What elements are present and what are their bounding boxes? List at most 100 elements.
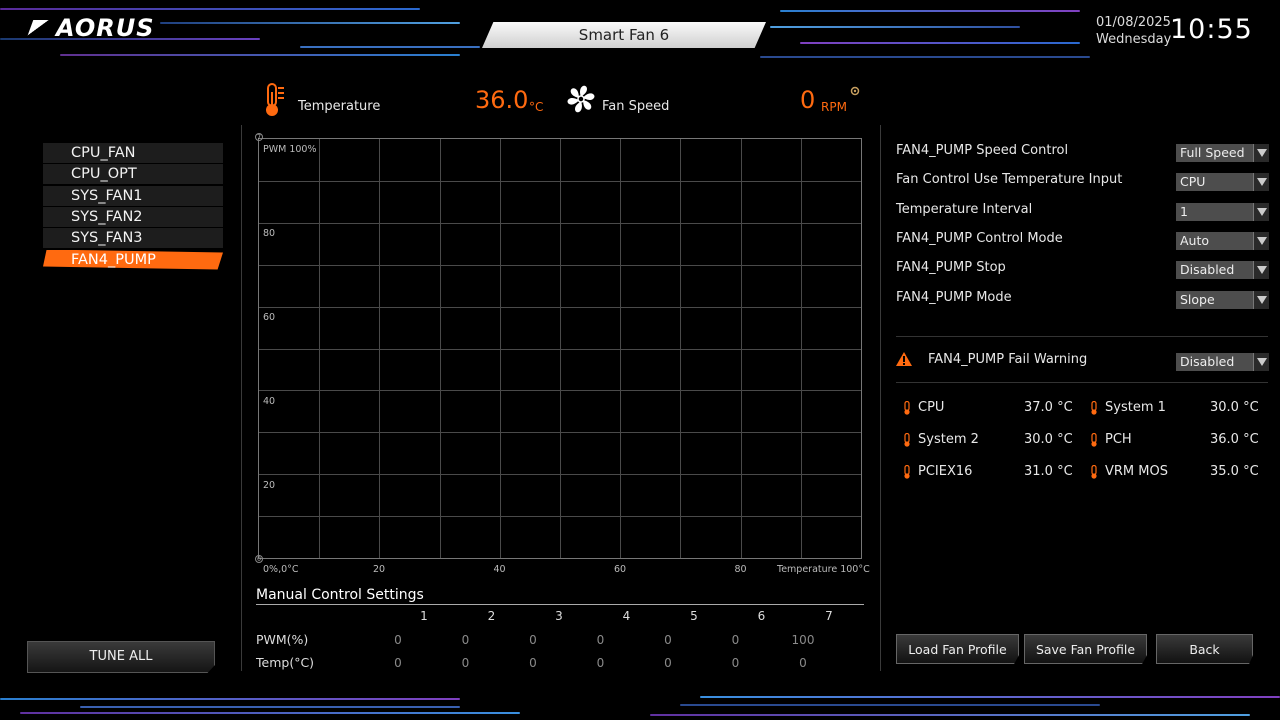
manual-column-header: 4	[622, 609, 631, 623]
manual-column-header: 3	[555, 609, 563, 623]
thermometer-icon	[1091, 433, 1097, 447]
manual-column-header: 1	[420, 609, 428, 623]
pwm-value-4[interactable]: 0	[586, 633, 616, 647]
sensor-value: 30.0 °C	[1024, 432, 1073, 447]
manual-column-header: 7	[825, 609, 833, 623]
temperature-value: 36.0	[475, 86, 529, 114]
graph-x-tick: 40	[493, 564, 506, 575]
back-button[interactable]: Back	[1156, 634, 1253, 664]
temp-value-3[interactable]: 0	[518, 656, 548, 670]
tune-all-button[interactable]: TUNE ALL	[27, 641, 215, 673]
pwm-value-7[interactable]: 100	[788, 633, 818, 647]
setting-value: Auto	[1180, 232, 1210, 248]
setting-label: FAN4_PUMP Control Mode	[896, 230, 1063, 246]
grid-line-h	[259, 180, 861, 182]
gear-icon[interactable]	[850, 86, 860, 96]
temp-value-7[interactable]: 0	[788, 656, 818, 670]
chevron-down-icon	[1253, 353, 1269, 371]
grid-line-h	[259, 306, 861, 308]
manual-column-header: 5	[690, 609, 698, 623]
setting-dropdown[interactable]: Full Speed	[1176, 144, 1269, 162]
graph-x-end-label: Temperature 100°C	[777, 564, 870, 575]
setting-dropdown[interactable]: Auto	[1176, 231, 1269, 250]
manual-column-header: 2	[487, 609, 496, 623]
pwm-value-3[interactable]: 0	[518, 633, 548, 647]
graph-y-top-label: PWM 100%	[263, 144, 317, 155]
fail-warning-dropdown[interactable]: Disabled	[1176, 353, 1269, 371]
aorus-wing-icon	[26, 20, 54, 38]
left-divider	[241, 125, 242, 671]
thermometer-icon	[904, 401, 910, 415]
fan-item-cpu-fan[interactable]: CPU_FAN	[43, 143, 223, 163]
setting-value: CPU	[1180, 174, 1206, 190]
fan-item-sys-fan3[interactable]: SYS_FAN3	[43, 228, 223, 249]
manual-control-divider	[256, 604, 864, 605]
sensor-value: 30.0 °C	[1210, 400, 1259, 415]
date-text: 01/08/2025	[1096, 15, 1171, 30]
fan-item-cpu-opt[interactable]: CPU_OPT	[43, 164, 223, 185]
sensor-value: 37.0 °C	[1024, 400, 1073, 415]
manual-control-title: Manual Control Settings	[256, 587, 424, 603]
curve-point-7[interactable]: 7	[255, 133, 263, 141]
grid-line-h	[259, 516, 861, 518]
setting-value: Full Speed	[1180, 145, 1245, 160]
temps-divider	[896, 382, 1268, 383]
setting-value: Disabled	[1180, 262, 1235, 278]
graph-x-tick: 80	[734, 564, 747, 575]
setting-label: Fan Control Use Temperature Input	[896, 172, 1123, 188]
warning-icon	[896, 352, 912, 366]
curve-point-origin[interactable]: 0	[255, 555, 263, 563]
pwm-value-5[interactable]: 0	[653, 633, 683, 647]
pwm-value-6[interactable]: 0	[721, 633, 751, 647]
chevron-down-icon	[1253, 202, 1269, 221]
fail-warning-value: Disabled	[1180, 354, 1235, 369]
save-fan-profile-button[interactable]: Save Fan Profile (F3)	[1024, 634, 1147, 664]
setting-value: Slope	[1180, 291, 1215, 307]
sensor-name: PCIEX16	[918, 464, 973, 479]
fan-curve-graph[interactable]	[258, 138, 862, 559]
fan-item-sys-fan2[interactable]: SYS_FAN2	[43, 206, 223, 227]
temp-value-5[interactable]: 0	[653, 656, 683, 670]
thermometer-icon	[1091, 401, 1097, 415]
graph-x-tick: 20	[373, 564, 386, 575]
fan-icon	[567, 85, 595, 113]
thermometer-icon	[904, 433, 910, 447]
graph-origin-label: 0%,0°C	[263, 564, 299, 575]
setting-label: FAN4_PUMP Speed Control	[896, 143, 1069, 158]
chevron-down-icon	[1253, 173, 1269, 192]
setting-dropdown[interactable]: 1	[1176, 202, 1269, 221]
right-divider	[880, 125, 881, 671]
sensor-value: 36.0 °C	[1210, 432, 1259, 447]
sensor-name: System 1	[1105, 400, 1166, 415]
chevron-down-icon	[1253, 290, 1269, 309]
fan-item-sys-fan1[interactable]: SYS_FAN1	[43, 185, 223, 206]
settings-divider	[896, 336, 1268, 337]
setting-label: FAN4_PUMP Mode	[896, 289, 1012, 305]
temp-value-1[interactable]: 0	[383, 656, 413, 670]
setting-value: 1	[1180, 203, 1188, 219]
load-fan-profile-button[interactable]: Load Fan Profile (F4)	[896, 634, 1019, 664]
setting-dropdown[interactable]: Disabled	[1176, 261, 1269, 280]
date-display: 01/08/2025 Wednesday	[1096, 14, 1171, 48]
graph-x-tick: 60	[614, 564, 627, 575]
setting-label: Temperature Interval	[896, 201, 1033, 217]
setting-dropdown[interactable]: CPU	[1176, 173, 1269, 192]
fan-speed-label: Fan Speed	[602, 99, 670, 114]
thermometer-icon	[1091, 465, 1097, 479]
graph-y-tick: 40	[263, 396, 276, 407]
setting-dropdown[interactable]: Slope	[1176, 290, 1269, 309]
temp-value-2[interactable]: 0	[451, 656, 481, 670]
temp-value-4[interactable]: 0	[586, 656, 616, 670]
grid-line-h	[259, 390, 861, 392]
temp-value-6[interactable]: 0	[721, 656, 751, 670]
pwm-value-2[interactable]: 0	[451, 633, 481, 647]
setting-label: FAN4_PUMP Stop	[896, 260, 1006, 276]
temp-row-label: Temp(°C)	[256, 655, 315, 670]
footer-bar	[0, 688, 1280, 720]
page-title-text: Smart Fan 6	[578, 26, 670, 44]
pwm-value-1[interactable]: 0	[383, 633, 413, 647]
clock: 10:55	[1170, 14, 1253, 45]
sensor-value: 35.0 °C	[1210, 464, 1259, 479]
fan-speed-unit: RPM	[821, 100, 847, 114]
fan-item-fan4-pump[interactable]: FAN4_PUMP	[43, 249, 223, 270]
